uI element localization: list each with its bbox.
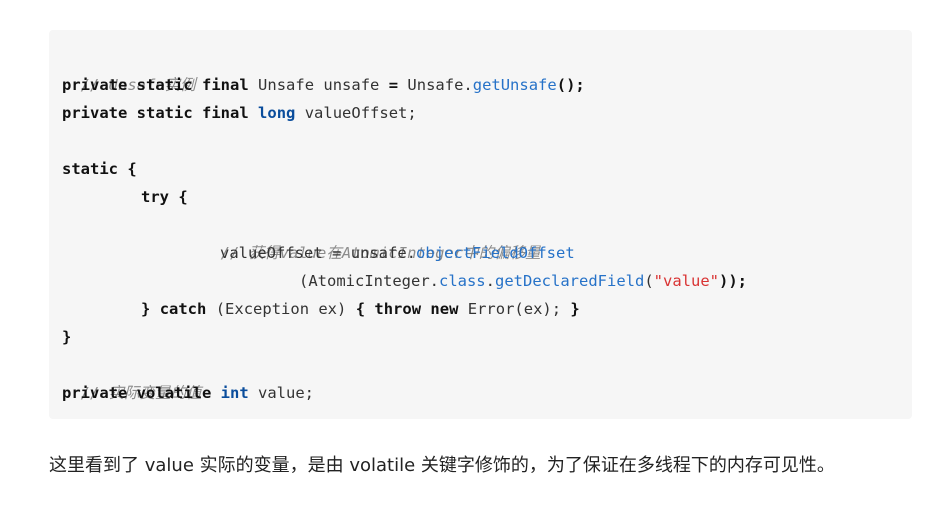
code-line-2: private static final Unsafe unsafe = Uns…	[62, 71, 585, 99]
code-line-5: static {	[62, 155, 137, 183]
code-keyword: volatile	[136, 384, 212, 402]
code-operator: =	[332, 244, 342, 262]
code-brace: }	[141, 300, 151, 318]
code-keyword: catch	[159, 300, 207, 318]
code-keyword: throw	[374, 300, 422, 318]
code-punct: (	[644, 272, 654, 290]
code-expression: Error(ex);	[467, 300, 562, 318]
code-args: (Exception ex)	[215, 300, 347, 318]
code-line-6: try {	[141, 183, 188, 211]
code-variable: valueOffset;	[304, 104, 417, 122]
code-brace: }	[62, 328, 72, 346]
code-class: Unsafe.	[407, 76, 473, 94]
code-keyword: static	[62, 160, 118, 178]
code-method: getUnsafe	[472, 76, 557, 94]
code-keyword: final	[202, 76, 249, 94]
code-line-8: valueOffset = unsafe.objectFieldOffset	[220, 239, 575, 267]
code-operator: =	[388, 76, 399, 94]
code-keyword: final	[202, 104, 249, 122]
code-keyword: class	[438, 272, 486, 290]
code-brace: {	[178, 188, 188, 206]
code-brace: }	[570, 300, 580, 318]
code-variable: unsafe	[323, 76, 380, 94]
code-method: objectFieldOffset	[416, 244, 575, 262]
code-punct: ();	[556, 76, 585, 94]
code-line-10: } catch (Exception ex) { throw new Error…	[141, 295, 580, 323]
code-line-11: }	[62, 323, 71, 351]
code-keyword: new	[430, 300, 459, 318]
code-object: unsafe.	[350, 244, 417, 262]
code-type: Unsafe	[258, 76, 315, 94]
code-string: "value"	[653, 272, 719, 290]
code-punct: .	[485, 272, 495, 290]
code-line-9: (AtomicInteger.class.getDeclaredField("v…	[299, 267, 747, 295]
code-keyword: try	[141, 188, 169, 206]
code-punct: ));	[718, 272, 747, 290]
code-variable: value;	[258, 384, 315, 402]
code-variable: valueOffset	[220, 244, 323, 262]
code-type: int	[220, 384, 249, 402]
code-keyword: private	[62, 384, 128, 402]
code-method: getDeclaredField	[495, 272, 645, 290]
code-type: long	[258, 104, 296, 122]
code-class: (AtomicInteger.	[299, 272, 439, 290]
code-keyword: private	[62, 76, 128, 94]
code-brace: {	[355, 300, 366, 318]
code-keyword: static	[136, 76, 193, 94]
code-line-3: private static final long valueOffset;	[62, 99, 417, 127]
code-keyword: static	[136, 104, 193, 122]
explanation-paragraph: 这里看到了 value 实际的变量，是由 volatile 关键字修饰的，为了保…	[49, 455, 835, 476]
code-brace: {	[127, 160, 137, 178]
code-line-13: private volatile int value;	[62, 379, 314, 407]
code-line-1: // Unsafe实例	[62, 43, 196, 94]
code-line-7: // 获得value在AtomicInteger中的偏移量	[202, 211, 541, 262]
code-line-12: // 实际变量的值	[62, 351, 202, 402]
code-keyword: private	[62, 104, 128, 122]
